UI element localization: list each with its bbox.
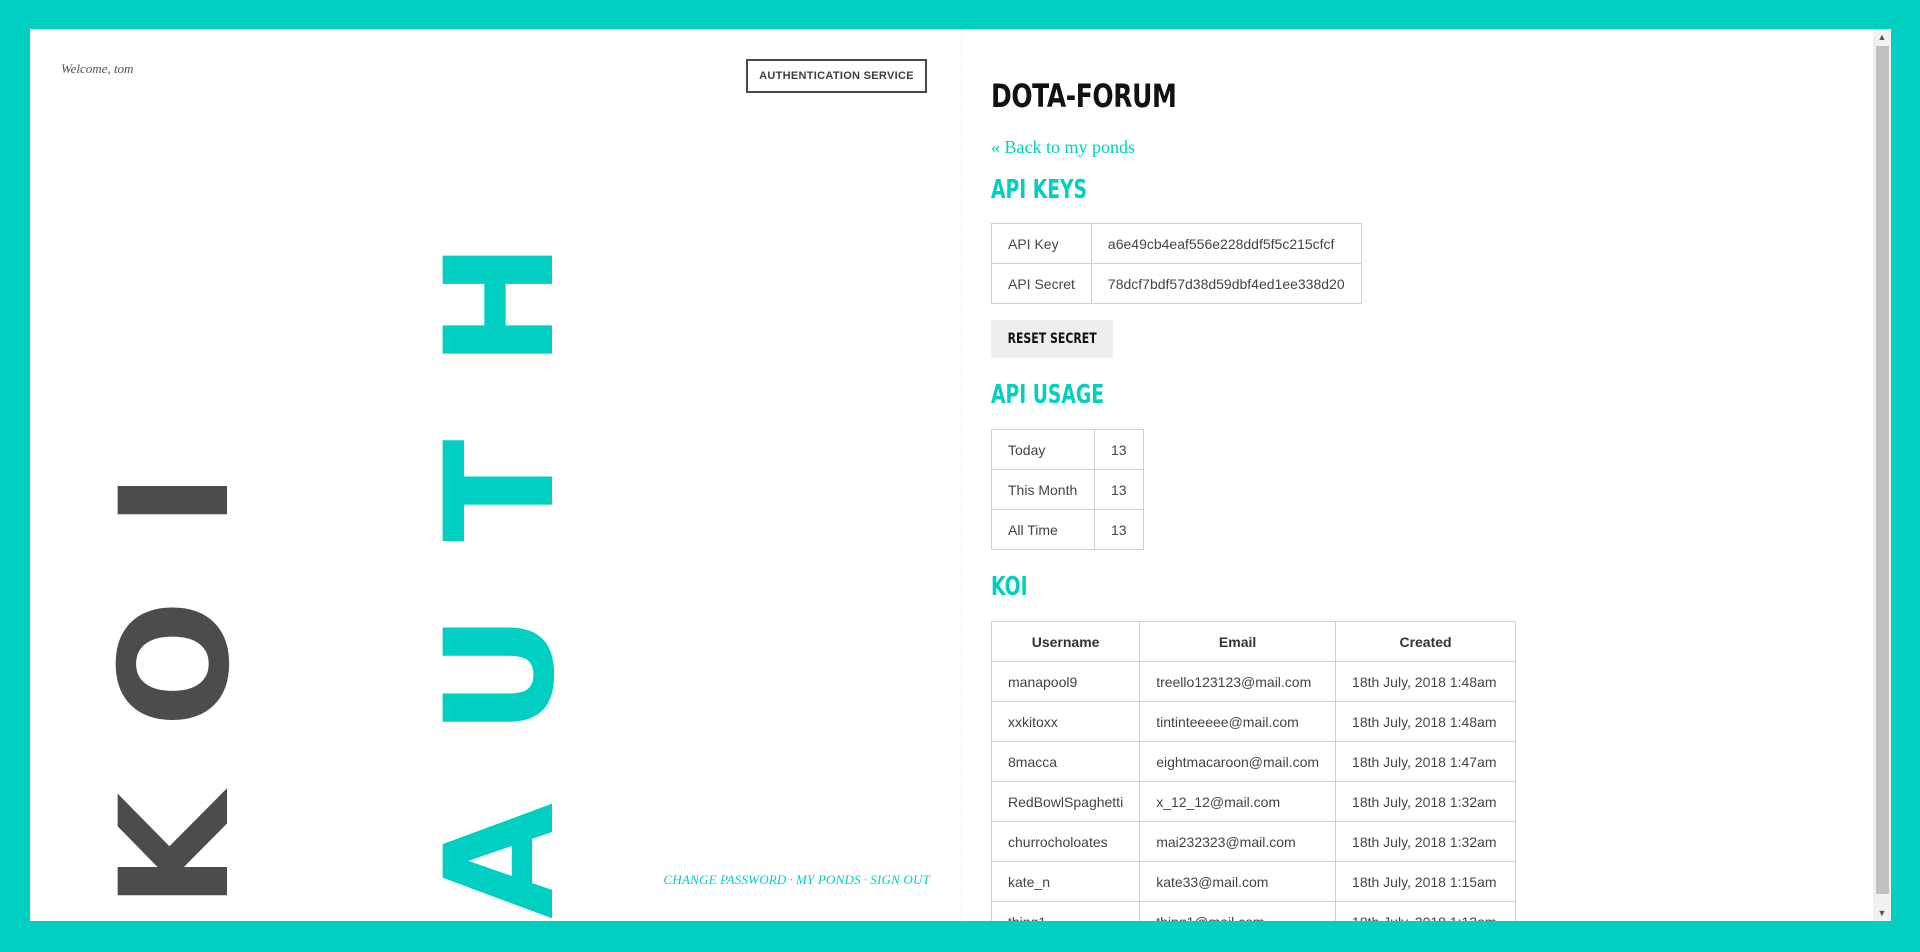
column-header-created: Created <box>1335 621 1517 662</box>
cell-created: 18th July, 2018 1:48am <box>1335 661 1517 702</box>
cell-created: 18th July, 2018 1:12am <box>1335 901 1517 921</box>
usage-label: Today <box>991 429 1095 470</box>
reset-secret-label: RESET SECRET <box>1007 331 1097 347</box>
table-row: 8macca eightmacaroon@mail.com 18th July,… <box>990 741 1517 782</box>
main-panel: DOTA-FORUM « Back to my ponds API KEYS A… <box>990 29 1861 921</box>
my-ponds-link[interactable]: MY PONDS <box>796 872 861 887</box>
separator: · <box>863 872 868 887</box>
cell-created: 18th July, 2018 1:47am <box>1335 741 1517 782</box>
cell-username: 8macca <box>990 741 1141 782</box>
column-header-username: Username <box>990 621 1141 662</box>
api-usage-heading: API USAGE <box>991 380 1105 410</box>
cell-username: churrocholoates <box>990 821 1141 862</box>
authentication-service-button[interactable]: AUTHENTICATION SERVICE <box>746 59 927 93</box>
cell-email: mai232323@mail.com <box>1139 821 1337 862</box>
page-title: DOTA-FORUM <box>991 77 1177 115</box>
footer-nav: CHANGE PASSWORD · MY PONDS · SIGN OUT <box>664 872 930 888</box>
cell-email: thing1@mail.com <box>1139 901 1337 921</box>
vertical-scrollbar[interactable]: ▲ ▼ <box>1873 29 1891 921</box>
table-row: All Time 13 <box>991 509 1144 550</box>
scroll-up-arrow-icon[interactable]: ▲ <box>1873 29 1891 45</box>
back-to-ponds-link[interactable]: « Back to my ponds <box>991 137 1135 158</box>
usage-value: 13 <box>1094 509 1144 550</box>
table-row: manapool9 treello123123@mail.com 18th Ju… <box>990 661 1517 702</box>
table-row: kate_n kate33@mail.com 18th July, 2018 1… <box>990 861 1517 902</box>
cell-email: x_12_12@mail.com <box>1139 781 1337 822</box>
usage-label: This Month <box>991 469 1095 510</box>
cell-username: RedBowlSpaghetti <box>990 781 1141 822</box>
table-row: This Month 13 <box>991 469 1144 510</box>
api-keys-heading: API KEYS <box>991 175 1088 205</box>
table-row: thing1 thing1@mail.com 18th July, 2018 1… <box>990 901 1517 921</box>
cell-email: eightmacaroon@mail.com <box>1139 741 1337 782</box>
api-secret-value: 78dcf7bdf57d38d59dbf4ed1ee338d20 <box>1090 263 1362 304</box>
welcome-text: Welcome, tom <box>61 61 134 76</box>
brand-auth-text: AUTH <box>414 169 588 919</box>
cell-username: kate_n <box>990 861 1141 902</box>
table-row: Today 13 <box>991 429 1144 470</box>
api-usage-table: Today 13 This Month 13 All Time 13 <box>991 429 1144 550</box>
table-row: API Secret 78dcf7bdf57d38d59dbf4ed1ee338… <box>991 263 1362 304</box>
koi-table: Username Email Created manapool9 treello… <box>990 621 1517 921</box>
api-key-label: API Key <box>991 223 1092 264</box>
cell-email: treello123123@mail.com <box>1139 661 1337 702</box>
api-secret-label: API Secret <box>991 263 1092 304</box>
scrollbar-thumb[interactable] <box>1876 46 1889 894</box>
cell-email: kate33@mail.com <box>1139 861 1337 902</box>
cell-created: 18th July, 2018 1:32am <box>1335 781 1517 822</box>
table-header-row: Username Email Created <box>990 621 1517 662</box>
api-keys-table: API Key a6e49cb4eaf556e228ddf5f5c215cfcf… <box>991 223 1362 304</box>
cell-username: thing1 <box>990 901 1141 921</box>
app-frame: Welcome, tom AUTHENTICATION SERVICE KOI … <box>30 29 1891 921</box>
left-panel: Welcome, tom AUTHENTICATION SERVICE KOI … <box>30 29 961 921</box>
cell-created: 18th July, 2018 1:32am <box>1335 821 1517 862</box>
cell-created: 18th July, 2018 1:48am <box>1335 701 1517 742</box>
table-row: churrocholoates mai232323@mail.com 18th … <box>990 821 1517 862</box>
api-key-value: a6e49cb4eaf556e228ddf5f5c215cfcf <box>1090 223 1362 264</box>
reset-secret-button[interactable]: RESET SECRET <box>991 320 1113 358</box>
scroll-down-arrow-icon[interactable]: ▼ <box>1873 905 1891 921</box>
table-row: xxkitoxx tintinteeeee@mail.com 18th July… <box>990 701 1517 742</box>
cell-created: 18th July, 2018 1:15am <box>1335 861 1517 902</box>
koi-heading: KOI <box>991 572 1028 602</box>
cell-email: tintinteeeee@mail.com <box>1139 701 1337 742</box>
usage-label: All Time <box>991 509 1095 550</box>
table-row: API Key a6e49cb4eaf556e228ddf5f5c215cfcf <box>991 223 1362 264</box>
sign-out-link[interactable]: SIGN OUT <box>870 872 930 887</box>
brand-koi-text: KOI <box>89 400 263 909</box>
cell-username: xxkitoxx <box>990 701 1141 742</box>
panel-divider <box>961 29 963 921</box>
usage-value: 13 <box>1094 429 1144 470</box>
usage-value: 13 <box>1094 469 1144 510</box>
table-row: RedBowlSpaghetti x_12_12@mail.com 18th J… <box>990 781 1517 822</box>
change-password-link[interactable]: CHANGE PASSWORD <box>664 872 787 887</box>
cell-username: manapool9 <box>990 661 1141 702</box>
column-header-email: Email <box>1139 621 1337 662</box>
separator: · <box>789 872 793 887</box>
